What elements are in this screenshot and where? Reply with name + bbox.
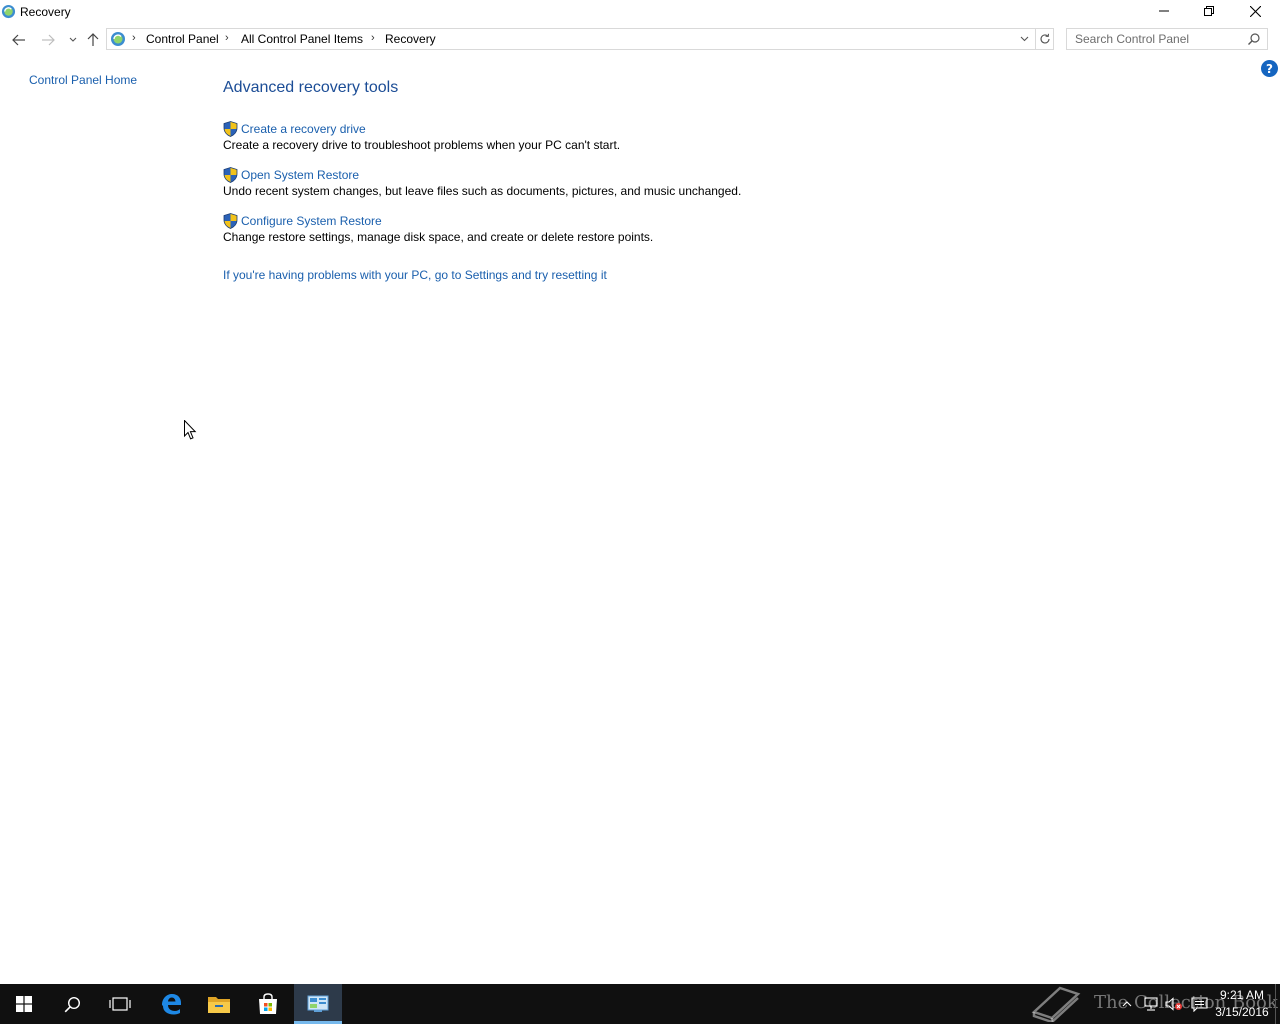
uac-shield-icon — [223, 167, 238, 183]
uac-shield-icon — [223, 121, 238, 137]
chevron-right-icon[interactable]: › — [225, 32, 229, 44]
show-desktop-button[interactable] — [1275, 984, 1276, 1024]
edge-taskbar-button[interactable] — [147, 984, 195, 1024]
taskbar-clock[interactable]: 9:21 AM 3/15/2016 — [1212, 987, 1272, 1021]
uac-shield-icon — [223, 213, 238, 229]
task-view-icon — [109, 997, 131, 1011]
restore-button[interactable] — [1186, 0, 1232, 22]
chevron-up-icon — [1122, 1001, 1132, 1007]
minimize-icon — [1159, 10, 1169, 12]
arrow-right-icon — [42, 34, 55, 46]
task-description: Undo recent system changes, but leave fi… — [223, 184, 742, 198]
control-panel-location-icon — [111, 32, 125, 46]
address-dropdown-button[interactable] — [1016, 31, 1032, 47]
control-panel-home-link[interactable]: Control Panel Home — [29, 73, 137, 87]
forward-button[interactable] — [38, 30, 58, 50]
recent-locations-button[interactable] — [63, 30, 83, 50]
address-divider — [1035, 29, 1036, 49]
arrow-up-icon — [87, 33, 99, 46]
refresh-button[interactable] — [1037, 31, 1053, 47]
chevron-down-icon — [69, 37, 77, 42]
minimize-button[interactable] — [1141, 0, 1187, 22]
chevron-down-icon — [1020, 36, 1028, 42]
navigation-bar: › Control Panel › All Control Panel Item… — [0, 27, 1280, 53]
control-panel-taskbar-button[interactable] — [294, 984, 342, 1024]
book-icon — [1031, 986, 1081, 1022]
create-recovery-drive-link[interactable]: Create a recovery drive — [241, 122, 366, 136]
open-system-restore-link[interactable]: Open System Restore — [241, 168, 359, 182]
refresh-icon — [1040, 33, 1050, 44]
breadcrumb-recovery[interactable]: Recovery — [385, 32, 436, 46]
window-title: Recovery — [20, 5, 71, 19]
action-center-button[interactable] — [1188, 984, 1210, 1024]
reset-pc-settings-link[interactable]: If you're having problems with your PC, … — [223, 268, 607, 282]
store-taskbar-button[interactable] — [244, 984, 292, 1024]
volume-muted-icon — [1165, 997, 1182, 1011]
task-description: Create a recovery drive to troubleshoot … — [223, 138, 621, 152]
search-icon[interactable] — [1247, 32, 1261, 46]
recovery-app-icon — [1, 4, 16, 19]
control-panel-icon — [307, 995, 329, 1012]
breadcrumb-all-control-panel-items[interactable]: All Control Panel Items — [241, 32, 363, 46]
start-button[interactable] — [0, 984, 48, 1024]
clock-date: 3/15/2016 — [1215, 1005, 1269, 1019]
close-icon — [1249, 5, 1261, 17]
help-icon[interactable]: ? — [1261, 60, 1278, 77]
file-explorer-icon — [208, 997, 230, 1013]
configure-system-restore-link[interactable]: Configure System Restore — [241, 214, 382, 228]
search-box[interactable] — [1066, 28, 1268, 50]
arrow-left-icon — [12, 34, 25, 46]
clock-time: 9:21 AM — [1219, 988, 1265, 1002]
back-button[interactable] — [9, 30, 29, 50]
search-icon — [64, 996, 80, 1012]
edge-icon — [162, 994, 181, 1015]
show-hidden-icons-button[interactable] — [1119, 984, 1135, 1024]
page-heading: Advanced recovery tools — [223, 79, 399, 96]
volume-tray-button[interactable] — [1164, 984, 1184, 1024]
taskbar-search-button[interactable] — [48, 984, 96, 1024]
windows-start-icon — [16, 996, 32, 1012]
close-button[interactable] — [1232, 0, 1278, 22]
network-tray-button[interactable] — [1141, 984, 1161, 1024]
task-view-button[interactable] — [96, 984, 144, 1024]
action-center-icon — [1190, 996, 1208, 1012]
restore-icon — [1204, 6, 1214, 16]
title-bar: Recovery — [0, 0, 1280, 24]
search-input[interactable] — [1067, 29, 1245, 49]
chevron-right-icon[interactable]: › — [371, 32, 375, 44]
store-icon — [259, 993, 277, 1014]
up-button[interactable] — [83, 30, 103, 50]
file-explorer-taskbar-button[interactable] — [195, 984, 243, 1024]
mouse-pointer-icon — [184, 420, 197, 440]
address-bar[interactable]: › Control Panel › All Control Panel Item… — [106, 28, 1054, 50]
chevron-right-icon[interactable]: › — [132, 32, 136, 44]
task-description: Change restore settings, manage disk spa… — [223, 230, 654, 244]
network-icon — [1144, 997, 1158, 1011]
breadcrumb-control-panel[interactable]: Control Panel — [146, 32, 219, 46]
